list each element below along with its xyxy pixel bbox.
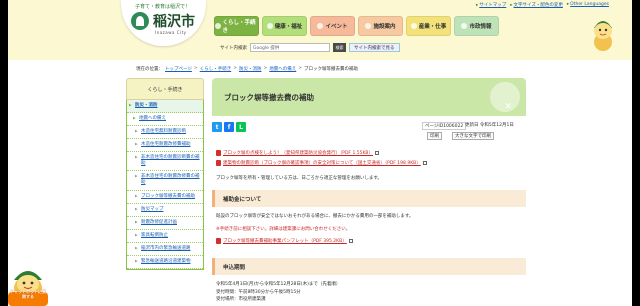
pdf-link-list: ブロック塀の点検をしよう！（愛知県建築防災協会発行）（PDF 1.55KB） 建… <box>216 150 427 170</box>
breadcrumb-prefix: 現在の位置： <box>136 67 163 72</box>
sidebar-item[interactable]: 防災マップ <box>127 204 203 217</box>
external-link-icon <box>422 161 427 165</box>
breadcrumb-current: ブロック塀等撤去費の補助 <box>304 67 359 72</box>
pdf-link[interactable]: 建築物の耐震診断（ブロック塀の確認事項）の安全対策について（国土交通省）（PDF… <box>216 160 427 166</box>
share-buttons: t f L <box>212 122 246 132</box>
search-input[interactable]: Google 提供 <box>250 43 330 52</box>
sidebar-item[interactable]: 稲沢市内の緊急輸送道路 <box>127 243 203 256</box>
chatbot-label[interactable]: チャットボットに質問する <box>10 289 46 300</box>
page-meta: t f L ページID1006022 更新日 令和5年12月1日 印刷 大きな文… <box>212 120 526 140</box>
sidebar-item[interactable]: 木造住宅耐震改修費補助 <box>127 139 203 153</box>
other-languages-link[interactable]: Other Languages <box>567 2 609 8</box>
breadcrumb-separator: > <box>298 66 303 71</box>
nav-label: 産業・仕事 <box>418 24 447 30</box>
line-icon[interactable]: L <box>236 122 246 132</box>
sidebar: くらし・手続き 防災・消防地震への備え木造住宅無料耐震診断木造住宅耐震改修費補助… <box>120 78 210 306</box>
breadcrumb-bousai[interactable]: 防災・消防 <box>239 66 262 72</box>
reception-place: 受付場所：市役所建築課 <box>216 297 266 302</box>
section-heading-subsidy: 補助金について <box>212 190 526 207</box>
breadcrumb-home[interactable]: トップページ <box>165 66 192 72</box>
screen: 子育て・教育は稲沢で！ 稲沢市 Inazawa City サイトマップ 文字サイ… <box>0 0 640 306</box>
nav-label: イベント <box>325 24 348 30</box>
subsidy-note: ※手続き前に相談下さい。詳細は建築課にお問い合わせください。 <box>216 227 351 232</box>
sidebar-heading: くらし・手続き <box>126 78 204 100</box>
sidebar-item[interactable]: 防災・消防 <box>127 100 203 114</box>
facebook-icon[interactable]: f <box>224 122 234 132</box>
twitter-icon[interactable]: t <box>212 122 222 132</box>
sidebar-item[interactable]: 耐震改修促進計画 <box>127 217 203 230</box>
sidebar-item[interactable]: 地震への備え <box>127 113 203 127</box>
search-list-button[interactable]: サイト内検索で見る <box>349 43 400 52</box>
city-emblem-icon <box>131 12 149 30</box>
nav-icon <box>365 23 372 29</box>
nav-icon <box>215 23 221 29</box>
nav-item-4[interactable]: 産業・仕事 <box>406 16 451 36</box>
nav-label: 市政情報 <box>469 24 492 30</box>
header: 子育て・教育は稲沢で！ 稲沢市 Inazawa City サイトマップ 文字サイ… <box>8 0 632 60</box>
nav-item-3[interactable]: 施設案内 <box>358 16 403 36</box>
title-banner: ✕ ブロック塀等撤去費の補助 <box>212 78 526 116</box>
mascot-character-icon <box>594 21 612 51</box>
large-print-button[interactable]: 大きな文字で印刷 <box>452 132 494 140</box>
pdf-link-label[interactable]: ブロック塀の点検をしよう！（愛知県建築防災協会発行）（PDF 1.55KB） <box>223 150 373 156</box>
search-label: サイト内検索 <box>220 45 247 51</box>
page-title: ブロック塀等撤去費の補助 <box>224 93 314 102</box>
nav-item-2[interactable]: イベント <box>310 16 355 36</box>
font-color-settings-link[interactable]: 文字サイズ・配色の変更 <box>510 2 563 8</box>
sidebar-menu: 防災・消防地震への備え木造住宅無料耐震診断木造住宅耐震改修費補助非木造住宅の耐震… <box>126 100 204 270</box>
breadcrumb: 現在の位置： トップページ > くらし・手続き > 防災・消防 > 地震への備え… <box>136 66 358 72</box>
sidebar-item[interactable]: ブロック塀等撤去費の補助 <box>127 191 203 204</box>
pdf-icon <box>216 238 221 244</box>
nav-label: くらし・手続き <box>222 20 256 34</box>
reception-hours: 受付時間：午前8時30分から午後5時15分 <box>216 290 301 295</box>
breadcrumb-separator: > <box>233 66 237 71</box>
subsidy-body: 既設のブロック塀等が安全ではないおそれがある場合に、撤去にかかる費用の一部を補助… <box>216 214 414 219</box>
nav-icon <box>410 23 417 29</box>
nav-label: 施設案内 <box>373 24 396 30</box>
logo-name: 稲沢市 <box>153 14 195 30</box>
breadcrumb-kurashi[interactable]: くらし・手続き <box>200 66 232 72</box>
nav-label: 健康・福祉 <box>274 24 303 30</box>
title-decoration-mark: ✕ <box>504 102 512 112</box>
nav-item-5[interactable]: 市政情報 <box>454 16 499 36</box>
nav-icon <box>461 23 468 29</box>
nav-icon <box>317 23 324 29</box>
search-button[interactable]: 検索 <box>333 43 346 52</box>
sitemap-link[interactable]: サイトマップ <box>476 2 506 8</box>
main-content: ✕ ブロック塀等撤去費の補助 t f L ページID1006022 更新日 令和… <box>212 78 526 306</box>
updated-date: 更新日 令和5年12月1日 <box>465 123 514 128</box>
sidebar-item[interactable]: 緊急輸送道路沿道建築物 <box>127 256 203 269</box>
print-button[interactable]: 印刷 <box>427 132 442 140</box>
site-logo[interactable]: 子育て・教育は稲沢で！ 稲沢市 Inazawa City <box>121 0 206 46</box>
page: 子育て・教育は稲沢で！ 稲沢市 Inazawa City サイトマップ 文字サイ… <box>8 0 632 306</box>
external-link-icon <box>348 239 353 243</box>
external-link-icon <box>375 151 380 155</box>
section-heading-period: 申込期間 <box>212 258 526 275</box>
pdf-icon <box>216 160 221 166</box>
pdf-icon <box>216 150 221 156</box>
breadcrumb-separator: > <box>193 66 198 71</box>
page-id: ページID1006022 <box>422 122 467 130</box>
site-search: サイト内検索 Google 提供 検索 サイト内検索で見る <box>220 43 400 52</box>
breadcrumb-jishin[interactable]: 地震への備え <box>269 66 296 72</box>
pdf-link-label[interactable]: 建築物の耐震診断（ブロック塀の確認事項）の安全対策について（国土交通省）（PDF… <box>223 160 421 166</box>
nav-item-0[interactable]: くらし・手続き <box>214 16 259 36</box>
nav-item-1[interactable]: 健康・福祉 <box>262 16 307 36</box>
logo-subtitle: Inazawa City <box>155 30 187 35</box>
global-nav: くらし・手続き 健康・福祉 イベント 施設案内 産業・仕事 市政情報 <box>214 16 499 36</box>
period-body: 令和5年4月3日(月)から令和5年12月28日(木)まで（先着順） <box>216 282 341 287</box>
intro-text: ブロック塀等を所有・管理している方は、日ごろから適正な管理をお願いします。 <box>216 176 382 181</box>
breadcrumb-separator: > <box>263 66 268 71</box>
logo-tagline: 子育て・教育は稲沢で！ <box>135 4 191 10</box>
pdf-link[interactable]: ブロック塀の点検をしよう！（愛知県建築防災協会発行）（PDF 1.55KB） <box>216 150 427 156</box>
sidebar-item[interactable]: 家具転倒防止 <box>127 230 203 243</box>
nav-icon <box>266 23 273 29</box>
sidebar-item[interactable]: 非木造住宅の耐震改修費の補助 <box>127 171 203 191</box>
sidebar-item[interactable]: 非木造住宅の耐震診断費の補助 <box>127 152 203 172</box>
utility-links: サイトマップ 文字サイズ・配色の変更 Other Languages <box>476 2 609 8</box>
pamphlet-pdf-link[interactable]: ブロック塀等撤去費補助事業パンフレット（PDF 395.2KB） <box>216 238 353 244</box>
sidebar-item[interactable]: 木造住宅無料耐震診断 <box>127 126 203 140</box>
pamphlet-pdf-label[interactable]: ブロック塀等撤去費補助事業パンフレット（PDF 395.2KB） <box>223 238 347 244</box>
